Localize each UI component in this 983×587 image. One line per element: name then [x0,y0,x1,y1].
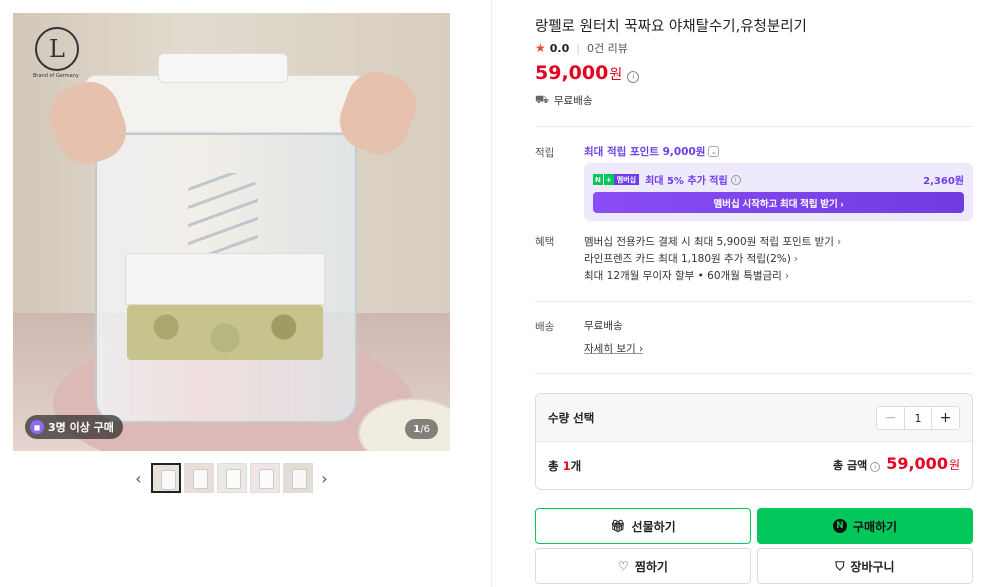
star-icon: ★ [535,41,546,55]
brand-logo-subtext: Brand of Germany [33,73,79,79]
price-row: 59,000 원 i [535,62,640,84]
rating-score: 0.0 [549,41,570,55]
membership-points-row: N + 멤버십 최대 5% 추가 적립 i 2,360원 [593,172,964,187]
image-counter: 1 / 6 [405,419,438,439]
divider [535,301,973,302]
total-price-wrap: 총 금액 i 59,000 원 [833,454,960,473]
thumbnail-1[interactable] [150,463,181,493]
bulk-buy-text: 3명 이상 구매 [48,421,114,434]
max-points-text: 최대 적립 포인트 9,000원 [584,146,706,158]
quantity-total-row: 총 1개 총 금액 i 59,000 원 [536,442,972,489]
image-counter-total: 6 [423,423,430,435]
benefit-text: 멤버십 전용카드 결제 시 최대 5,900원 적립 포인트 받기 [584,236,834,248]
quantity-minus-button[interactable]: − [877,407,904,429]
total-price-label: 총 금액 [833,459,868,472]
delivery-value: 무료배송 [584,320,623,332]
thumb-next-arrow-icon[interactable]: › [316,468,334,488]
review-count[interactable]: 0건 리뷰 [587,40,628,56]
naver-plus-membership-badge: N + 멤버십 [593,174,640,185]
rating-row[interactable]: ★ 0.0 | 0건 리뷰 [535,40,628,56]
shopping-bag-icon: ⛉ [835,558,845,573]
chevron-right-icon: › [836,236,842,248]
price-info-icon[interactable]: i [627,70,640,83]
bulk-buy-badge: ◼ 3명 이상 구매 [25,415,123,439]
gift-icon: 🎁︎ [610,519,626,533]
naver-pay-icon: N [832,519,847,533]
points-label: 적립 [535,147,555,159]
total-price-info-icon[interactable]: i [870,462,881,472]
chevron-right-icon: › [784,270,790,282]
shipping-summary-text: 무료배송 [553,95,593,107]
extra-points-amount: 2,360원 [923,176,964,187]
total-count-prefix: 총 [548,459,563,473]
cart-button-label: 장바구니 [850,559,895,574]
np-badge-n: N [593,174,603,185]
quantity-header: 수량 선택 − 1 + [536,394,972,442]
benefits-label: 혜택 [535,236,555,248]
total-price-unit: 원 [948,458,960,472]
divider [535,126,973,127]
chevron-right-icon: › [635,343,644,355]
total-count-suffix: 개 [570,459,582,473]
image-press-plate [125,253,325,305]
membership-start-button[interactable]: 멤버십 시작하고 최대 적립 받기 › [593,192,964,213]
image-counter-current: 1 [413,423,421,435]
truck-icon: ⛟ [535,93,549,106]
main-product-image[interactable]: L Brand of Germany ◼ 3명 이상 구매 1 / 6 [13,13,450,451]
wish-button[interactable]: ♡ 찜하기 [535,548,751,584]
max-points[interactable]: 최대 적립 포인트 9,000원 ⌄ [584,144,720,159]
product-gallery: L Brand of Germany ◼ 3명 이상 구매 1 / 6 ‹ › [13,13,450,493]
image-lid [85,75,365,133]
wish-button-label: 찜하기 [634,559,668,574]
divider [535,373,973,374]
benefit-text: 라인프렌즈 카드 최대 1,180원 추가 적립(2%) [584,253,791,265]
rating-separator: | [576,41,580,55]
benefit-item-card-points[interactable]: 멤버십 전용카드 결제 시 최대 5,900원 적립 포인트 받기 › [584,234,841,249]
gift-button[interactable]: 🎁︎ 선물하기 [535,508,751,544]
total-price-value: 59,000 [886,454,948,473]
thumb-prev-arrow-icon[interactable]: ‹ [130,468,148,488]
secondary-actions: ♡ 찜하기 ⛉ 장바구니 [535,548,973,584]
extra-points-info-icon[interactable]: i [730,174,741,185]
brand-logo: L [35,27,79,71]
buy-button-label: 구매하기 [852,519,898,534]
total-count: 총 1개 [548,458,581,474]
chevron-down-icon[interactable]: ⌄ [708,146,720,157]
quantity-stepper[interactable]: − 1 + [876,406,960,430]
thumbnail-strip: ‹ › [13,461,450,495]
thumbnail-2[interactable] [183,463,214,493]
column-divider [491,0,492,587]
benefit-item-linefriends-card[interactable]: 라인프렌즈 카드 최대 1,180원 추가 적립(2%) › [584,251,798,266]
total-count-number: 1 [562,459,571,473]
np-badge-plus: + [602,174,614,185]
thumbnail-3[interactable] [216,463,247,493]
benefit-item-installment[interactable]: 최대 12개월 무이자 할부 • 60개월 특별금리 › [584,268,789,283]
benefit-text: 최대 12개월 무이자 할부 • 60개월 특별금리 [584,270,782,282]
primary-actions: 🎁︎ 선물하기 N 구매하기 [535,508,973,544]
product-title: 랑펠로 원터치 꾹짜요 야채탈수기,유청분리기 [535,19,807,35]
gift-button-label: 선물하기 [631,519,676,534]
thumbnail-5[interactable] [282,463,313,493]
heart-icon: ♡ [618,559,629,573]
image-vegetables [127,305,323,360]
extra-points-text: 최대 5% 추가 적립 [645,176,728,187]
quantity-box: 수량 선택 − 1 + 총 1개 총 금액 i 59,000 원 [535,393,973,490]
quantity-plus-button[interactable]: + [932,407,959,429]
image-lid-top [158,53,288,83]
cart-button[interactable]: ⛉ 장바구니 [757,548,973,584]
delivery-label: 배송 [535,321,555,333]
membership-points-box: N + 멤버십 최대 5% 추가 적립 i 2,360원 멤버십 시작하고 최대… [584,163,973,221]
quantity-value[interactable]: 1 [904,407,932,429]
delivery-detail-link[interactable]: 자세히 보기 › [584,341,643,356]
price-value: 59,000 [535,62,609,84]
np-badge-member: 멤버십 [613,174,640,185]
shipping-summary: ⛟ 무료배송 [535,93,592,108]
shopping-bag-icon: ◼ [30,420,44,434]
thumbnail-4[interactable] [249,463,280,493]
chevron-right-icon: › [793,253,799,265]
buy-button[interactable]: N 구매하기 [757,508,973,544]
delivery-detail-text: 자세히 보기 [584,343,636,355]
quantity-label: 수량 선택 [548,411,595,425]
price-unit: 원 [609,67,623,83]
